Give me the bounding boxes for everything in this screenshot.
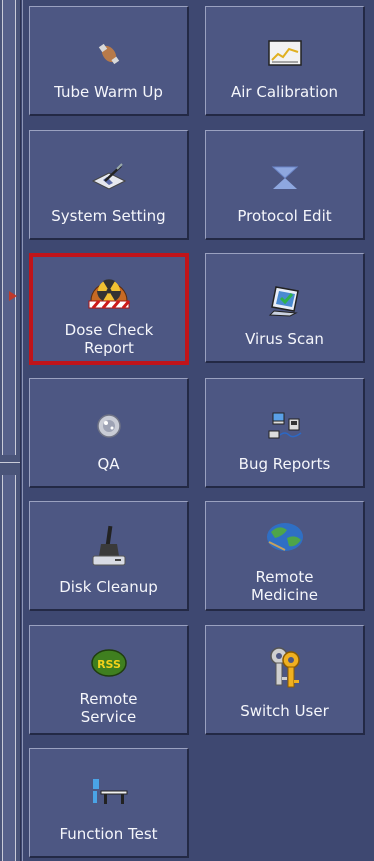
bug-reports-button[interactable]: Bug Reports: [205, 378, 365, 488]
hourglass-icon: [267, 161, 303, 195]
qa-button[interactable]: QA: [29, 378, 189, 488]
chart-monitor-icon: [267, 37, 303, 71]
function-test-button[interactable]: Function Test: [29, 748, 189, 858]
pen-paper-icon: [91, 161, 127, 195]
disk-cleanup-button[interactable]: Disk Cleanup: [29, 501, 189, 611]
shield-screen-icon: [267, 284, 303, 318]
system-setting-button[interactable]: System Setting: [29, 130, 189, 240]
tile-label-line2: Report: [84, 339, 134, 357]
network-computers-icon: [267, 409, 303, 443]
tile-label: Switch User: [240, 702, 329, 720]
phantom-disc-icon: [91, 409, 127, 443]
tile-label: Protocol Edit: [237, 207, 332, 225]
tile-label: QA: [97, 455, 120, 473]
tile-label: Air Calibration: [231, 83, 338, 101]
broom-drive-icon: [89, 524, 129, 568]
rss-icon: RSS: [90, 646, 127, 680]
protocol-edit-button[interactable]: Protocol Edit: [205, 130, 365, 240]
tile-label-line2: Service: [80, 708, 137, 726]
tile-label: Disk Cleanup: [59, 578, 158, 596]
divider: [0, 462, 20, 463]
remote-medicine-button[interactable]: Remote Medicine: [205, 501, 365, 611]
tile-label: Bug Reports: [238, 455, 331, 473]
left-panel-strip: [0, 0, 21, 861]
tile-label: Tube Warm Up: [54, 83, 163, 101]
switch-user-button[interactable]: Switch User: [205, 625, 365, 735]
tile-label-line1: Remote: [255, 568, 314, 586]
svg-text:RSS: RSS: [97, 658, 121, 671]
remote-service-button[interactable]: RSS Remote Service: [29, 625, 189, 735]
table-tool-icon: [89, 777, 129, 807]
tile-label-line2: Medicine: [250, 586, 318, 604]
tile-label: System Setting: [51, 207, 166, 225]
globe-icon: [265, 520, 305, 554]
virus-scan-button[interactable]: Virus Scan: [205, 253, 365, 363]
air-calibration-button[interactable]: Air Calibration: [205, 6, 365, 116]
dose-check-report-button[interactable]: Dose Check Report: [29, 253, 189, 365]
tube-warm-up-button[interactable]: Tube Warm Up: [29, 6, 189, 116]
tile-label: Function Test: [59, 825, 158, 843]
pointer-arrow-icon: [9, 291, 17, 301]
left-scroll-track-upper[interactable]: [2, 0, 16, 455]
left-scroll-track-lower[interactable]: [2, 475, 16, 861]
tile-label: Virus Scan: [245, 330, 324, 348]
keys-icon: [265, 644, 305, 690]
tile-label-line1: Remote: [79, 690, 138, 708]
hand-tool-icon: [91, 37, 127, 71]
tile-label-line1: Dose Check: [64, 321, 154, 339]
tools-panel: Tube Warm Up Air Calibration System Sett…: [22, 0, 374, 861]
radiation-icon: [85, 267, 133, 311]
